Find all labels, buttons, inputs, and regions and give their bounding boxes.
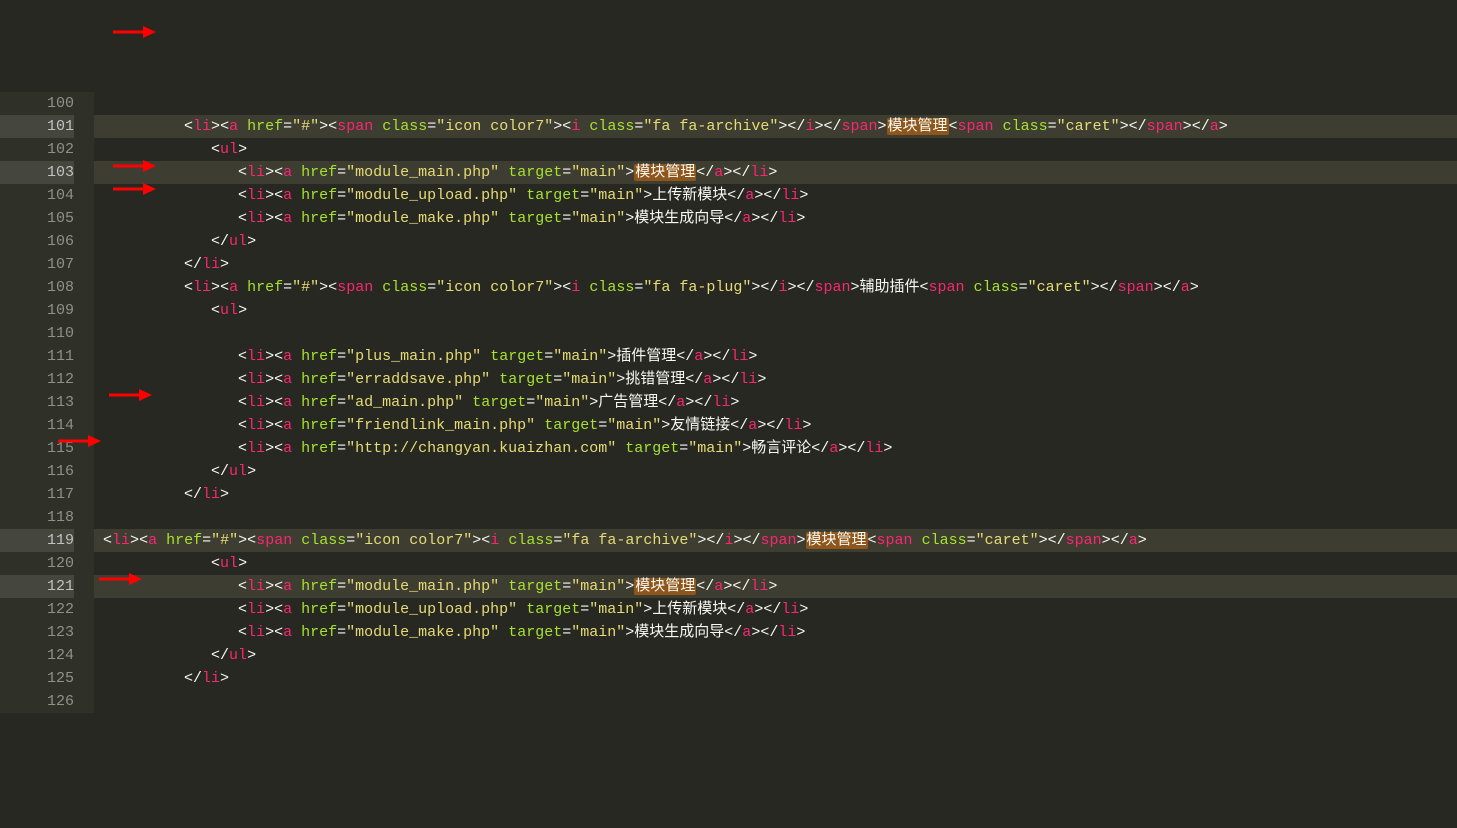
code-line[interactable]: <li><a href="module_upload.php" target="…	[94, 184, 1457, 207]
code-line[interactable]: <li><a href="#"><span class="icon color7…	[94, 115, 1457, 138]
code-line[interactable]: </li>	[94, 253, 1457, 276]
line-number: 109	[0, 299, 74, 322]
code-line[interactable]: <li><a href="module_make.php" target="ma…	[94, 621, 1457, 644]
line-number: 115	[0, 437, 74, 460]
code-line[interactable]: <li><a href="friendlink_main.php" target…	[94, 414, 1457, 437]
code-line[interactable]	[94, 322, 1457, 345]
code-line[interactable]	[94, 690, 1457, 713]
code-line[interactable]: <li><a href="#"><span class="icon color7…	[94, 276, 1457, 299]
line-number: 125	[0, 667, 74, 690]
annotation-arrow-icon	[113, 25, 157, 39]
code-line[interactable]: <ul>	[94, 552, 1457, 575]
line-number: 124	[0, 644, 74, 667]
line-number: 113	[0, 391, 74, 414]
line-number: 123	[0, 621, 74, 644]
code-line[interactable]: <ul>	[94, 299, 1457, 322]
line-number: 111	[0, 345, 74, 368]
line-number: 110	[0, 322, 74, 345]
code-line[interactable]: <li><a href="module_main.php" target="ma…	[94, 575, 1457, 598]
code-line[interactable]: <li><a href="module_main.php" target="ma…	[94, 161, 1457, 184]
line-number: 106	[0, 230, 74, 253]
code-line[interactable]: </li>	[94, 483, 1457, 506]
code-line[interactable]	[94, 506, 1457, 529]
code-line[interactable]: <li><a href="http://changyan.kuaizhan.co…	[94, 437, 1457, 460]
line-number: 108	[0, 276, 74, 299]
line-number: 119	[0, 529, 74, 552]
code-line[interactable]: <ul>	[94, 138, 1457, 161]
code-line[interactable]: <li><a href="erraddsave.php" target="mai…	[94, 368, 1457, 391]
code-line[interactable]: </ul>	[94, 644, 1457, 667]
code-area[interactable]: <li><a href="#"><span class="icon color7…	[94, 92, 1457, 713]
line-number: 118	[0, 506, 74, 529]
line-number: 102	[0, 138, 74, 161]
line-number: 107	[0, 253, 74, 276]
code-line[interactable]: <li><a href="module_make.php" target="ma…	[94, 207, 1457, 230]
line-number: 101	[0, 115, 74, 138]
code-line[interactable]: <li><a href="module_upload.php" target="…	[94, 598, 1457, 621]
code-line[interactable]: </ul>	[94, 230, 1457, 253]
code-line[interactable]: <li><a href="plus_main.php" target="main…	[94, 345, 1457, 368]
line-number: 103	[0, 161, 74, 184]
code-line[interactable]: <li><a href="ad_main.php" target="main">…	[94, 391, 1457, 414]
line-number: 117	[0, 483, 74, 506]
code-line[interactable]: </li>	[94, 667, 1457, 690]
code-editor: 1001011021031041051061071081091101111121…	[0, 92, 1457, 713]
line-number-gutter: 1001011021031041051061071081091101111121…	[0, 92, 94, 713]
code-line[interactable]	[94, 92, 1457, 115]
line-number: 116	[0, 460, 74, 483]
line-number: 104	[0, 184, 74, 207]
line-number: 100	[0, 92, 74, 115]
line-number: 105	[0, 207, 74, 230]
line-number: 121	[0, 575, 74, 598]
code-line[interactable]: <li><a href="#"><span class="icon color7…	[94, 529, 1457, 552]
line-number: 126	[0, 690, 74, 713]
line-number: 122	[0, 598, 74, 621]
line-number: 114	[0, 414, 74, 437]
line-number: 120	[0, 552, 74, 575]
code-line[interactable]: </ul>	[94, 460, 1457, 483]
line-number: 112	[0, 368, 74, 391]
